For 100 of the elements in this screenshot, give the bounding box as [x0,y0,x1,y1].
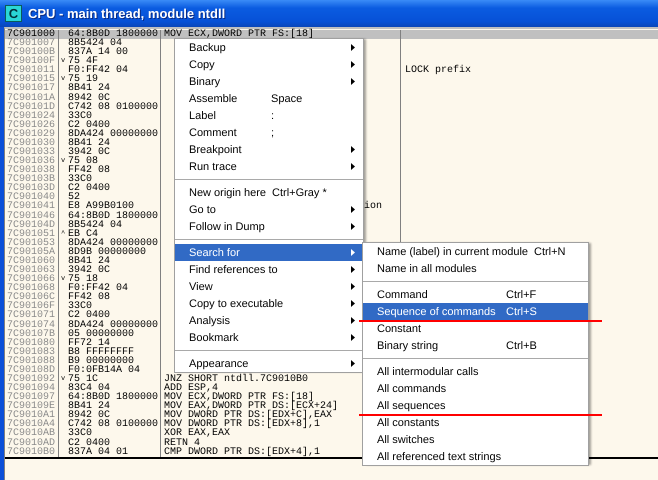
hex-dump-cell: 75 18 [68,275,98,284]
disassembly-cell: RETN 4 [164,438,200,448]
hex-dump-cell: B8 FFFFFFFF [68,348,134,357]
menu-item[interactable]: Copy [175,56,363,73]
address-cell: 7C901024 [5,112,59,121]
disassembly-cell: ADD ESP,4 [164,384,218,394]
hex-dump-cell: C2 0400 [68,438,110,448]
hex-dump-cell: 33C0 [68,112,92,121]
hex-dump-cell: 33C0 [68,175,92,184]
hex-dump-cell: 64:8B0D 1800000 [68,212,158,221]
address-cell: 7C901011 [5,66,59,76]
hex-dump-cell: 3942 0C [68,148,110,158]
menu-item[interactable]: All sequences [363,397,588,414]
hex-dump-cell: 8942 0C [68,94,110,103]
menu-item[interactable]: Sequence of commands Ctrl+S [363,303,588,320]
hex-dump-cell: FF72 14 [68,338,110,348]
hex-dump-cell: C2 0400 [68,311,110,320]
menu-item[interactable]: Bookmark [175,329,363,346]
address-cell: 7C901080 [5,338,59,348]
address-cell: 7C901092 [5,374,59,384]
code-row[interactable]: 7C901000 64:8B0D 1800000 MOV ECX,DWORD PTR FS:[18] [5,30,658,40]
hex-dump-cell: FF42 08 [68,293,110,302]
menu-item[interactable]: All switches [363,431,588,448]
disassembly-cell: XOR EAX,EAX [164,429,230,439]
menu-item[interactable]: Backup [175,39,363,56]
menu-item[interactable]: Command Ctrl+F [363,286,588,303]
menu-item[interactable]: Search for [175,244,363,261]
menu-item[interactable]: Follow in Dump [175,218,363,235]
comment-cell-text: LOCK prefix [404,66,472,76]
address-cell: 7C901066 [5,275,59,284]
menu-item[interactable]: All constants [363,414,588,431]
hex-dump-cell: 837A 04 01 [68,448,128,457]
hex-dump-cell: 05 00000000 [68,330,134,339]
hex-dump-cell: 75 1C [68,374,98,384]
address-cell: 7C90106C [5,293,59,302]
menu-item[interactable]: Appearance [175,355,363,372]
address-cell: 7C90101A [5,94,59,103]
menu-item[interactable]: Label : [175,107,363,124]
menu-item[interactable]: Copy to executable [175,295,363,312]
menu-item[interactable]: Binary [175,73,363,90]
hex-dump-cell: 8B5424 04 [68,220,122,230]
address-cell: 7C901094 [5,384,59,394]
disassembly-cell: MOV ECX,DWORD PTR FS:[18] [164,30,314,40]
address-cell: 7C901007 [5,39,59,48]
menu-item[interactable]: All commands [363,380,588,397]
hex-dump-cell: C2 0400 [68,120,110,130]
disassembly-cell: JNZ SHORT ntdll.7C9010B0 [164,374,308,384]
hex-dump-cell: B9 00000000 [68,356,134,366]
address-cell: 7C90106F [5,302,59,312]
address-cell: 7C901071 [5,311,59,320]
address-cell: 7C901041 [5,202,59,212]
address-cell: 7C90105A [5,248,59,257]
address-cell: 7C901097 [5,393,59,402]
address-cell: 7C901029 [5,130,59,139]
menu-item[interactable]: Constant [363,320,588,337]
menu-item[interactable]: All intermodular calls [363,363,588,380]
menu-item[interactable]: Name in all modules [363,260,588,277]
address-cell: 7C90100F [5,57,59,66]
address-cell: 7C901063 [5,266,59,276]
address-cell: 7C90104D [5,220,59,230]
hex-dump-cell: 75 19 [68,75,98,84]
menu-item[interactable]: Comment ; [175,124,363,141]
address-cell: 7C90103B [5,175,59,184]
address-cell: 7C901040 [5,193,59,202]
address-cell: 7C90109E [5,402,59,412]
hex-dump-cell: 8B41 24 [68,402,110,412]
address-cell: 7C90100B [5,48,59,58]
address-cell: 7C901015 [5,75,59,84]
app-icon: C [5,5,22,22]
hex-dump-cell: E8 A99B0100 [68,202,134,212]
menu-item[interactable]: Find references to [175,261,363,278]
hex-dump-cell: 8DA424 00000000 [68,320,158,330]
menu-item[interactable]: Breakpoint [175,141,363,158]
disassembly-cell: ion [364,202,382,212]
hex-dump-cell: 64:8B0D 1800000 [68,393,158,402]
address-cell: 7C901068 [5,284,59,294]
hex-dump-cell: 75 08 [68,157,98,166]
menu-item[interactable]: Binary string Ctrl+B [363,337,588,354]
hex-dump-cell: 8942 0C [68,411,110,420]
menu-item[interactable]: Assemble Space [175,90,363,107]
menu-item[interactable]: All referenced text strings [363,448,588,465]
hex-dump-cell: 83C4 04 [68,384,110,394]
menu-item[interactable]: Analysis [175,312,363,329]
menu-item[interactable]: Name (label) in current module Ctrl+N [363,243,588,260]
address-cell: 7C901000 [5,30,59,40]
address-cell: 7C901088 [5,356,59,366]
address-cell: 7C90101D [5,102,59,112]
window-title: CPU - main thread, module ntdll [28,6,226,21]
disassembly-cell: CMP DWORD PTR DS:[EDX+4],1 [164,448,320,457]
disassembly-cell: MOV DWORD PTR DS:[EDX+C],EAX [164,411,332,420]
address-cell: 7C9010AB [5,429,59,439]
address-cell: 7C901046 [5,212,59,221]
menu-item[interactable]: View [175,278,363,295]
menu-item[interactable]: Go to [175,201,363,218]
address-cell: 7C9010B0 [5,448,59,457]
hex-dump-cell: F0:FF42 04 [68,284,128,294]
address-cell: 7C901074 [5,320,59,330]
menu-item[interactable]: New origin here Ctrl+Gray * [175,184,363,201]
menu-item[interactable]: Run trace [175,158,363,175]
address-cell: 7C90103D [5,184,59,194]
